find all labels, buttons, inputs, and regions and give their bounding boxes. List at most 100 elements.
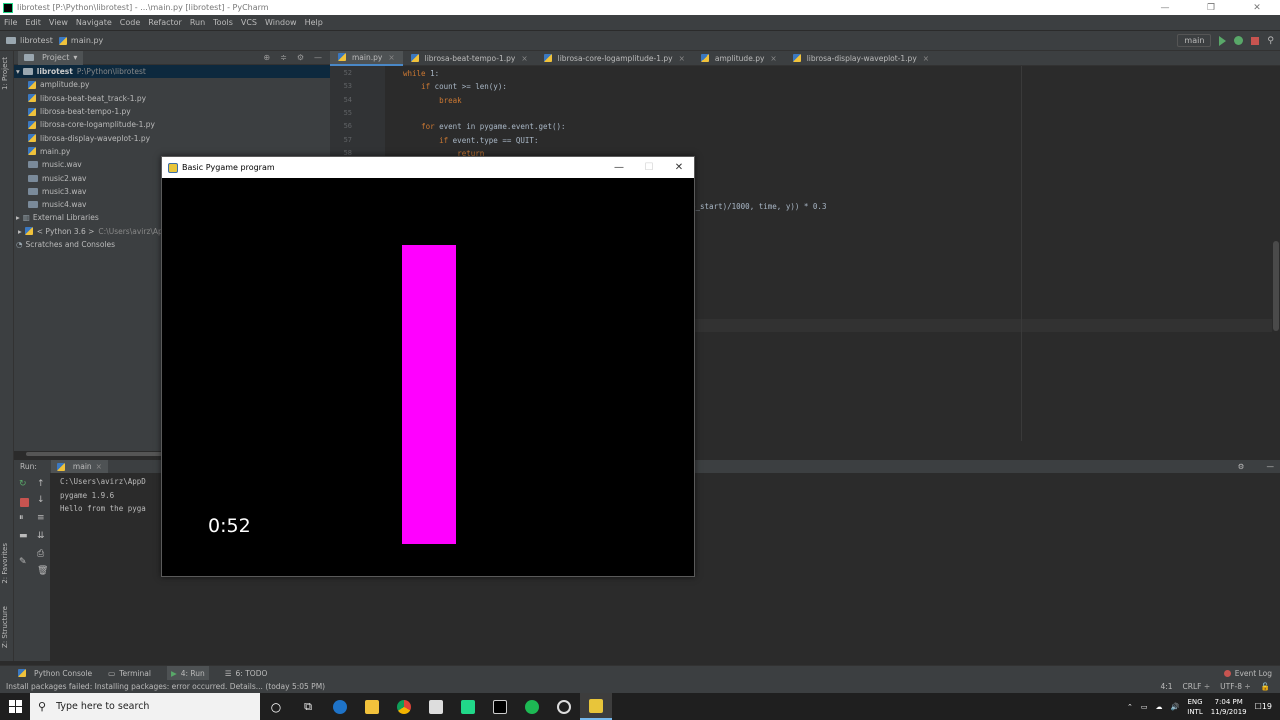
trash-icon[interactable]: 🗑: [37, 566, 48, 576]
menu-run[interactable]: Run: [190, 18, 205, 27]
menu-navigate[interactable]: Navigate: [76, 18, 112, 27]
terminal-tool[interactable]: ▭ Terminal: [108, 669, 151, 678]
cortana-button[interactable]: ○: [260, 693, 292, 720]
pygame-title-bar[interactable]: Basic Pygame program — ☐ ✕: [162, 157, 694, 178]
chrome-button[interactable]: [388, 693, 420, 720]
file-name: librosa-core-logamplitude-1.py: [40, 120, 155, 130]
network-icon[interactable]: ▭: [1141, 703, 1148, 711]
menu-code[interactable]: Code: [120, 18, 140, 27]
menu-vcs[interactable]: VCS: [241, 18, 257, 27]
layout-icon[interactable]: ▬: [19, 531, 28, 541]
pygame-maximize-button[interactable]: ☐: [634, 162, 664, 173]
lock-icon[interactable]: 🔓: [1261, 682, 1270, 691]
tab-main-py[interactable]: main.py ×: [330, 50, 403, 66]
pause-icon[interactable]: ⏸: [19, 513, 28, 523]
run-tab-main[interactable]: main ×: [50, 460, 108, 473]
run-config-select[interactable]: main: [1177, 34, 1212, 47]
project-tool-button[interactable]: 1: Project: [1, 57, 9, 90]
menu-tools[interactable]: Tools: [213, 18, 233, 27]
menu-edit[interactable]: Edit: [25, 18, 41, 27]
pygame-close-button[interactable]: ✕: [664, 162, 694, 173]
todo-tool[interactable]: ☰ 6: TODO: [225, 669, 268, 678]
rerun-icon[interactable]: ↻: [19, 479, 28, 489]
maximize-button[interactable]: ❐: [1188, 3, 1234, 13]
soft-wrap-icon[interactable]: ≡: [37, 513, 46, 523]
taskbar-search[interactable]: ⚲ Type here to search: [30, 693, 260, 720]
locate-icon[interactable]: ⊕: [263, 53, 270, 62]
structure-tool-button[interactable]: Z: Structure: [1, 606, 9, 648]
favorites-tool-button[interactable]: 2: Favorites: [1, 543, 9, 584]
close-tab-icon[interactable]: ×: [388, 53, 394, 62]
volume-icon[interactable]: 🔊: [1171, 703, 1180, 711]
tree-file[interactable]: librosa-beat-beat_track-1.py: [14, 92, 330, 105]
tree-file[interactable]: librosa-display-waveplot-1.py: [14, 131, 330, 144]
input-language[interactable]: ENG INTL: [1187, 697, 1202, 717]
stop-icon[interactable]: [1251, 36, 1260, 45]
collapse-icon[interactable]: ≑: [280, 53, 287, 62]
horizontal-scrollbar[interactable]: [26, 452, 176, 456]
tree-file[interactable]: amplitude.py: [14, 78, 330, 91]
close-tab-icon[interactable]: ×: [96, 462, 102, 471]
file-encoding[interactable]: UTF-8 ÷: [1220, 682, 1251, 691]
minimize-button[interactable]: —: [1142, 3, 1188, 13]
debug-icon[interactable]: [1234, 36, 1244, 45]
tab-librosa-core-logamplitude[interactable]: librosa-core-logamplitude-1.py ×: [536, 51, 693, 66]
menu-help[interactable]: Help: [305, 18, 323, 27]
tab-librosa-beat-tempo[interactable]: librosa-beat-tempo-1.py ×: [403, 51, 536, 66]
github-button[interactable]: [548, 693, 580, 720]
caret-position[interactable]: 4:1: [1160, 682, 1172, 691]
run-icon[interactable]: [1219, 35, 1227, 46]
tree-file[interactable]: librosa-beat-tempo-1.py: [14, 105, 330, 118]
editor-scrollbar[interactable]: [1272, 66, 1280, 446]
terminal-taskbar-button[interactable]: [484, 693, 516, 720]
menu-refactor[interactable]: Refactor: [148, 18, 182, 27]
tree-file[interactable]: librosa-core-logamplitude-1.py: [14, 118, 330, 131]
search-everywhere-icon[interactable]: ⚲: [1267, 36, 1274, 46]
gear-icon[interactable]: ⚙: [1238, 462, 1245, 471]
up-arrow-icon[interactable]: ↑: [37, 479, 46, 489]
hide-icon[interactable]: —: [1267, 462, 1275, 471]
tree-root[interactable]: ▾ librotest P:\Python\librotest: [14, 65, 330, 79]
scroll-to-end-icon[interactable]: ⇊: [37, 531, 46, 541]
pin-icon[interactable]: ✎: [19, 557, 28, 567]
run-tool[interactable]: ▶ 4: Run: [166, 666, 209, 680]
status-message[interactable]: Install packages failed: Installing pack…: [6, 682, 325, 691]
cloud-icon[interactable]: ☁: [1156, 703, 1163, 711]
tab-amplitude[interactable]: amplitude.py ×: [693, 51, 785, 66]
clock[interactable]: 7:04 PM 11/9/2019: [1211, 697, 1247, 717]
stop-icon[interactable]: [20, 498, 29, 507]
tab-librosa-display-waveplot[interactable]: librosa-display-waveplot-1.py ×: [785, 51, 937, 66]
edge-button[interactable]: [324, 693, 356, 720]
mail-button[interactable]: [420, 693, 452, 720]
pygame-taskbar-button[interactable]: [580, 693, 612, 720]
down-arrow-icon[interactable]: ↓: [37, 495, 46, 505]
show-hidden-icons[interactable]: ⌃: [1127, 703, 1133, 711]
python-console-tool[interactable]: Python Console: [18, 669, 92, 678]
close-tab-icon[interactable]: ×: [923, 54, 929, 63]
close-tab-icon[interactable]: ×: [679, 54, 685, 63]
gear-icon[interactable]: ⚙: [297, 53, 304, 62]
breadcrumb-project[interactable]: librotest: [6, 36, 53, 45]
event-log-tool[interactable]: Event Log: [1223, 669, 1272, 678]
project-view-select[interactable]: Project ▾: [18, 50, 84, 65]
spotify-button[interactable]: [516, 693, 548, 720]
notifications-icon[interactable]: ☐19: [1255, 702, 1272, 711]
tab-label: main.py: [352, 52, 383, 62]
close-tab-icon[interactable]: ×: [770, 54, 776, 63]
line-separator[interactable]: CRLF ÷: [1183, 682, 1211, 691]
close-tab-icon[interactable]: ×: [521, 54, 527, 63]
start-button[interactable]: [0, 693, 30, 720]
close-button[interactable]: ✕: [1234, 3, 1280, 13]
breadcrumb-file[interactable]: main.py: [58, 36, 103, 45]
menu-window[interactable]: Window: [265, 18, 297, 27]
scrollbar-thumb[interactable]: [1273, 241, 1279, 331]
task-view-button[interactable]: ⧉: [292, 693, 324, 720]
file-explorer-button[interactable]: [356, 693, 388, 720]
print-icon[interactable]: ⎙: [37, 549, 46, 559]
pygame-canvas[interactable]: 0:52: [162, 178, 694, 576]
menu-view[interactable]: View: [49, 18, 68, 27]
pygame-minimize-button[interactable]: —: [604, 162, 634, 173]
hide-icon[interactable]: —: [314, 53, 322, 62]
pycharm-taskbar-button[interactable]: [452, 693, 484, 720]
menu-file[interactable]: File: [4, 18, 17, 27]
